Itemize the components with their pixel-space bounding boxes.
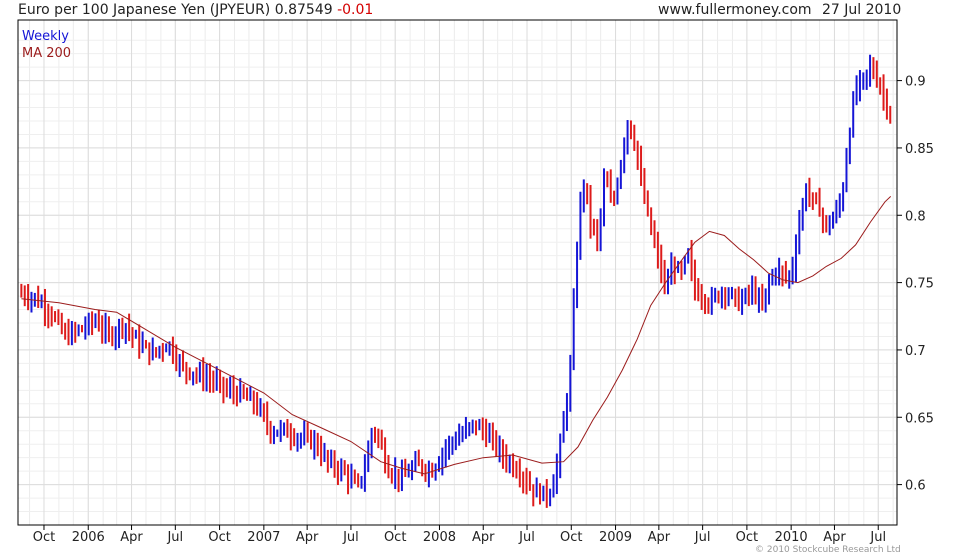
x-tick-label: Oct — [208, 530, 230, 545]
price-chart: 0.60.650.70.750.80.850.9 Oct 2006 Apr Jul Oc… — [17, 19, 934, 545]
x-tick-label: 2006 — [72, 530, 105, 545]
x-tick-label: Jul — [518, 530, 535, 545]
x-tick-label: Apr — [120, 530, 143, 545]
x-tick-label: Oct — [560, 530, 582, 545]
x-tick-label: Jul — [694, 530, 711, 545]
x-tick-label: Jul — [166, 530, 183, 545]
x-tick-label: Oct — [384, 530, 406, 545]
y-tick-label: 0.6 — [905, 479, 926, 494]
plot-area-border — [17, 19, 898, 526]
x-tick-label: Jul — [869, 530, 886, 545]
y-tick-label: 0.9 — [905, 75, 926, 90]
legend-weekly: Weekly — [22, 29, 69, 44]
price-bars — [20, 54, 892, 508]
y-axis: 0.6 0.65 0.7 0.75 0.8 0.85 0.9 — [897, 75, 934, 494]
x-tick-label: 2007 — [247, 530, 280, 545]
x-tick-label: 2009 — [599, 530, 632, 545]
x-axis: Oct 2006 Apr Jul Oct 2007 Apr Jul Oct 2008 Apr Jul O… — [33, 525, 886, 545]
x-tick-label: Oct — [736, 530, 758, 545]
x-tick-label: Apr — [823, 530, 846, 545]
plot-frame — [17, 19, 898, 526]
chart-window: Euro per 100 Japanese Yen (JPYEUR) 0.875… — [0, 0, 980, 560]
x-tick-label: 2010 — [775, 530, 808, 545]
x-tick-label: 2008 — [423, 530, 456, 545]
copyright-credit: © 2010 Stockcube Research Ltd — [755, 545, 901, 555]
x-tick-label: Jul — [342, 530, 359, 545]
grid — [18, 20, 897, 525]
x-tick-label: Apr — [472, 530, 495, 545]
y-tick-label: 0.7 — [905, 344, 926, 359]
x-tick-label: Oct — [33, 530, 55, 545]
x-tick-label: Apr — [296, 530, 319, 545]
y-tick-label: 0.65 — [905, 411, 934, 426]
x-tick-label: Apr — [648, 530, 671, 545]
y-tick-label: 0.85 — [905, 142, 934, 157]
y-tick-label: 0.8 — [905, 209, 926, 224]
legend-ma-200: MA 200 — [22, 46, 71, 61]
y-tick-label: 0.75 — [905, 277, 934, 292]
